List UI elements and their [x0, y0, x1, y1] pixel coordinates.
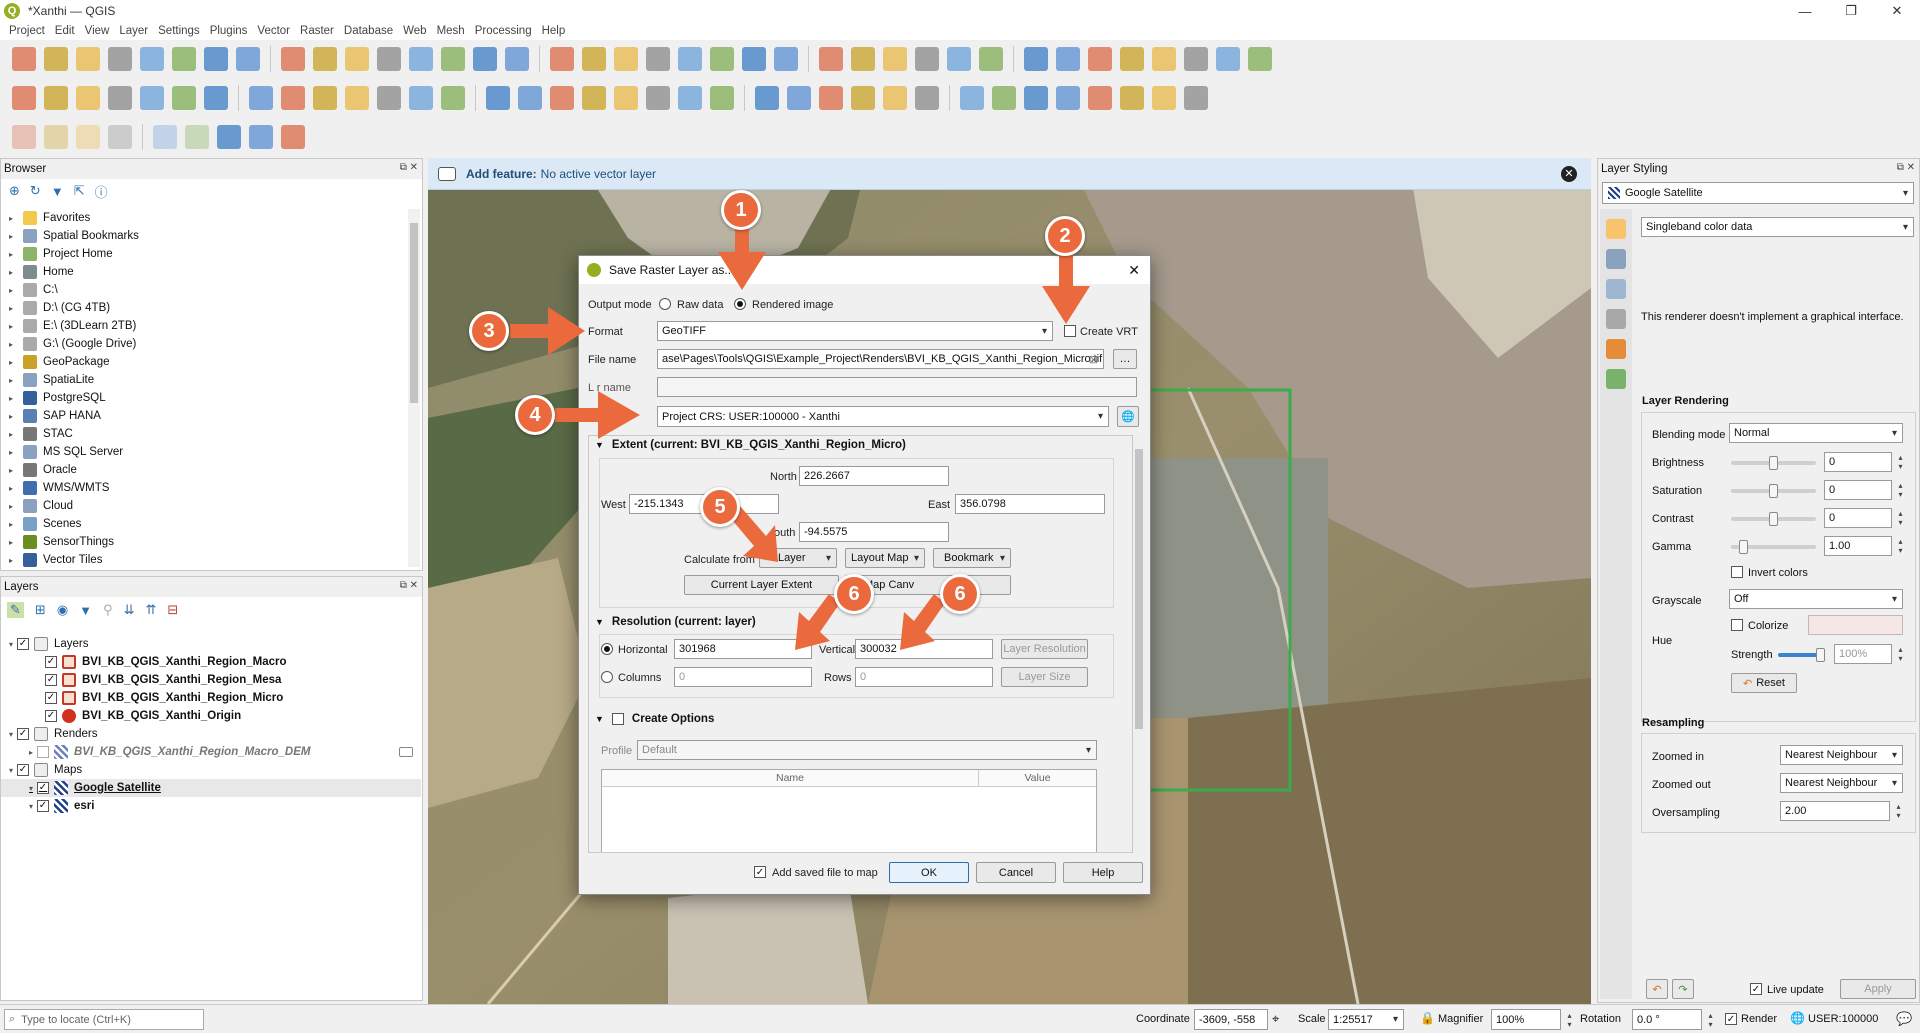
oversampling-label: Oversampling [1652, 807, 1720, 819]
raster-layer-icon [1608, 187, 1620, 199]
apply-button[interactable]: Apply [1840, 979, 1916, 999]
status-bar: ⌕ Type to locate (Ctrl+K) Coordinate -36… [0, 1004, 1920, 1033]
colorize-color-button[interactable] [1808, 615, 1903, 635]
rotation-label: Rotation [1580, 1013, 1621, 1025]
gamma-input[interactable]: 1.00 [1824, 536, 1904, 556]
contrast-input[interactable]: 0 [1824, 508, 1904, 528]
strength-label: Strength [1731, 649, 1773, 661]
symbology-tab-icon[interactable] [1606, 219, 1626, 239]
oversampling-input[interactable]: 2.00 [1780, 801, 1902, 821]
invert-colors-checkbox[interactable] [1731, 566, 1743, 578]
tutorial-arrow-6b [900, 594, 945, 650]
locator-input[interactable]: ⌕ Type to locate (Ctrl+K) [4, 1009, 204, 1030]
renderer-select[interactable]: Singleband color data [1641, 217, 1914, 237]
strength-slider[interactable] [1778, 648, 1825, 662]
coordinate-label: Coordinate [1136, 1013, 1190, 1025]
styling-layer-select[interactable]: Google Satellite [1602, 182, 1914, 204]
search-icon: ⌕ [9, 1013, 16, 1025]
zoomed-in-select[interactable]: Nearest Neighbour [1780, 745, 1903, 765]
zoomed-out-label: Zoomed out [1652, 779, 1711, 791]
contrast-label: Contrast [1652, 513, 1694, 525]
rendering-tab-icon[interactable] [1606, 309, 1626, 329]
brightness-label: Brightness [1652, 457, 1704, 469]
histogram-tab-icon[interactable] [1606, 279, 1626, 299]
pyramids-tab-icon[interactable] [1606, 339, 1626, 359]
scale-label: Scale [1298, 1013, 1326, 1025]
gamma-slider[interactable] [1731, 540, 1816, 554]
saturation-slider[interactable] [1731, 484, 1816, 498]
magnifier-label: Magnifier [1438, 1013, 1484, 1025]
brightness-input[interactable]: 0 [1824, 452, 1904, 472]
saturation-input[interactable]: 0 [1824, 480, 1904, 500]
coordinate-toggle-icon[interactable]: ⌖ [1272, 1011, 1279, 1027]
renderer-message: This renderer doesn't implement a graphi… [1641, 311, 1904, 323]
annotation-badge-5: 5 [700, 487, 740, 527]
scale-select[interactable]: 1:25517 [1328, 1009, 1404, 1030]
redo-icon[interactable]: ↷ [1672, 979, 1694, 999]
render-checkbox[interactable]: ✓ [1725, 1013, 1737, 1025]
locator-placeholder: Type to locate (Ctrl+K) [21, 1013, 131, 1026]
history-tab-icon[interactable] [1606, 369, 1626, 389]
grayscale-label: Grayscale [1652, 595, 1702, 607]
saturation-label: Saturation [1652, 485, 1703, 497]
transparency-tab-icon[interactable] [1606, 249, 1626, 269]
tutorial-arrow-4 [555, 391, 640, 439]
undo-icon[interactable]: ↶ [1646, 979, 1668, 999]
annotation-badge-6a: 6 [834, 574, 874, 614]
colorize-checkbox[interactable] [1731, 619, 1743, 631]
messages-icon[interactable]: 💬 [1896, 1011, 1912, 1027]
styling-title: Layer Styling [1601, 163, 1668, 175]
tutorial-arrow-2 [1042, 254, 1090, 324]
contrast-slider[interactable] [1731, 512, 1816, 526]
zoomed-out-select[interactable]: Nearest Neighbour [1780, 773, 1903, 793]
hue-label: Hue [1652, 635, 1673, 647]
reset-label: Reset [1756, 677, 1785, 689]
annotation-badge-6b: 6 [940, 574, 980, 614]
styling-panel-close-icon[interactable]: ⧉ ✕ [1897, 162, 1915, 173]
resampling-title: Resampling [1642, 717, 1705, 729]
layer-rendering-title: Layer Rendering [1642, 395, 1729, 407]
tutorial-arrow-1 [718, 220, 766, 290]
crs-globe-icon[interactable]: 🌐 [1790, 1011, 1805, 1025]
lock-icon[interactable]: 🔒 [1420, 1011, 1435, 1025]
grayscale-select[interactable]: Off [1729, 589, 1903, 609]
rotation-input[interactable]: 0.0 ° [1632, 1009, 1714, 1030]
crs-label[interactable]: USER:100000 [1808, 1013, 1878, 1025]
annotation-badge-3: 3 [469, 311, 509, 351]
magnifier-input[interactable]: 100% [1491, 1009, 1573, 1030]
coordinate-input[interactable]: -3609, -558 [1194, 1009, 1268, 1030]
live-update-checkbox[interactable]: ✓ [1750, 983, 1762, 995]
strength-input[interactable]: 100% [1834, 644, 1904, 664]
gamma-label: Gamma [1652, 541, 1692, 553]
annotation-badge-1: 1 [721, 190, 761, 230]
annotation-badge-4: 4 [515, 395, 555, 435]
annotation-badge-2: 2 [1045, 216, 1085, 256]
brightness-slider[interactable] [1731, 456, 1816, 470]
reset-button[interactable]: ↶ Reset [1731, 673, 1797, 693]
render-label: Render [1741, 1013, 1778, 1025]
styling-side-tabs [1600, 209, 1632, 999]
live-update-label: Live update [1767, 984, 1824, 996]
layer-styling-panel: Layer Styling ⧉ ✕ Google Satellite Singl… [1597, 158, 1920, 1003]
styling-layer-value: Google Satellite [1625, 187, 1703, 199]
blending-label: Blending mode [1652, 429, 1726, 441]
reset-icon: ↶ [1743, 677, 1753, 690]
invert-colors-label: Invert colors [1748, 567, 1808, 579]
tutorial-arrow-3 [510, 307, 585, 355]
blending-select[interactable]: Normal [1729, 423, 1903, 443]
zoomed-in-label: Zoomed in [1652, 751, 1704, 763]
tutorial-arrow-6a [795, 594, 840, 650]
colorize-label: Colorize [1748, 620, 1789, 632]
